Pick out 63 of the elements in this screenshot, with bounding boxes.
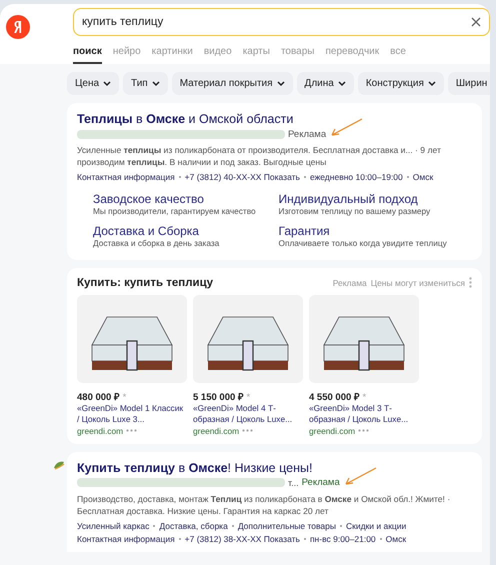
ad-label: Реклама — [332, 278, 367, 288]
meta-link[interactable]: Контактная информация — [77, 534, 175, 544]
arrow-icon — [342, 466, 377, 487]
ad-title-link[interactable]: Купить теплицу в Омске! Низкие цены! — [77, 460, 472, 475]
filter-dropdown[interactable]: Тип — [123, 72, 168, 95]
chevron-icon — [103, 80, 112, 86]
meta-link[interactable]: пн-вс 9:00–21:00 — [310, 534, 376, 544]
chevron-icon — [152, 80, 160, 86]
sitelink-title[interactable]: Заводское качество — [93, 192, 270, 206]
more-icon[interactable] — [469, 277, 472, 288]
filter-dropdown[interactable]: Цена — [67, 72, 120, 95]
product-domain[interactable]: greendi.com — [309, 426, 356, 436]
filter-dropdown[interactable]: Материал покрытия — [172, 72, 293, 95]
greenhouse-drawing[interactable] — [193, 294, 303, 383]
products-title: Купить: купить теплицу — [77, 276, 214, 289]
quick-link[interactable]: Доставка, сборка — [159, 520, 228, 530]
url-text: т... — [288, 478, 299, 488]
quick-link[interactable]: Усиленный каркас — [77, 520, 150, 530]
price-note: Цены могут измениться — [370, 278, 465, 288]
leaf-icon — [53, 460, 65, 470]
sitelink-text: Доставка и сборка в день заказа — [93, 238, 220, 248]
product-link[interactable]: «GreenDi» Model 4 Т-образная / Цоколь Luxe... — [193, 402, 303, 426]
sitelink-title[interactable]: Гарантия — [278, 224, 456, 238]
sitelink-text: Оплачиваете только когда увидите теплицу — [278, 238, 448, 248]
ad-label: Реклама — [302, 477, 340, 488]
chevron-icon — [276, 80, 285, 86]
meta-link[interactable]: Омск — [412, 172, 434, 182]
sitelink-text: Изготовим теплицу по вашему размеру — [278, 206, 432, 216]
more-icon[interactable] — [242, 429, 254, 432]
product-domain[interactable]: greendi.com — [77, 426, 124, 436]
product-domain[interactable]: greendi.com — [193, 426, 240, 436]
quick-link[interactable]: Скидки и акции — [346, 520, 406, 530]
meta-link[interactable]: +7 (3812) 40-XX-XX Показать — [184, 172, 300, 182]
greenhouse-drawing[interactable] — [77, 294, 187, 383]
quick-link[interactable]: Дополнительные товары — [238, 520, 336, 530]
meta-link[interactable]: Контактная информация — [77, 172, 175, 182]
product-price: 5 150 000 ₽ * — [193, 390, 252, 403]
meta-link[interactable]: Омск — [386, 534, 406, 544]
meta-link[interactable]: +7 (3812) 38-XX-XX Показать — [184, 534, 300, 544]
filter-dropdown[interactable]: Ширин — [448, 72, 490, 95]
ad-title-link[interactable]: Теплицы в Омске и Омской области — [77, 112, 472, 126]
filter-dropdown[interactable]: Конструкция — [358, 72, 444, 95]
product-link[interactable]: «GreenDi» Model 3 Т-образная / Цоколь Luxe... — [309, 402, 419, 426]
meta-link[interactable]: ежедневно 10:00–19:00 — [310, 172, 403, 182]
greenhouse-drawing[interactable] — [309, 294, 419, 383]
search-field[interactable]: купить теплицу — [73, 8, 490, 36]
ad-label: Реклама — [288, 128, 326, 140]
more-icon[interactable] — [126, 429, 138, 432]
ad-description: Усиленные теплицы из поликарбоната от производителя. Бесплатная доставка и... · 9 лет производим теплицы. В наличии и под заказ. Выгодные цены — [77, 144, 442, 169]
product-link[interactable]: «GreenDi» Model 1 Классик / Цоколь Luxe 3... — [77, 402, 187, 426]
filter-dropdown[interactable]: Длина — [296, 72, 354, 95]
product-price: 480 000 ₽ * — [77, 390, 128, 403]
more-icon[interactable] — [358, 429, 370, 432]
product-price: 4 550 000 ₽ * — [309, 390, 368, 403]
sitelink-title[interactable]: Доставка и Сборка — [93, 224, 270, 238]
logo-icon[interactable] — [6, 15, 30, 39]
sitelink-text: Мы производители, гарантируем качество — [93, 206, 257, 216]
sitelink-title[interactable]: Индивидуальный подход — [278, 192, 456, 206]
close-icon[interactable] — [471, 17, 481, 27]
arrow-icon — [329, 118, 364, 138]
ad-description: Производство, доставка, монтаж Теплиц из поликарбоната в Омске и Омской обл.! Жмите! · Бесплатная доставка. Низкие цены. Гарантия на каркас 20 лет — [77, 492, 452, 518]
chevron-icon — [428, 80, 436, 86]
chevron-icon — [338, 80, 346, 86]
